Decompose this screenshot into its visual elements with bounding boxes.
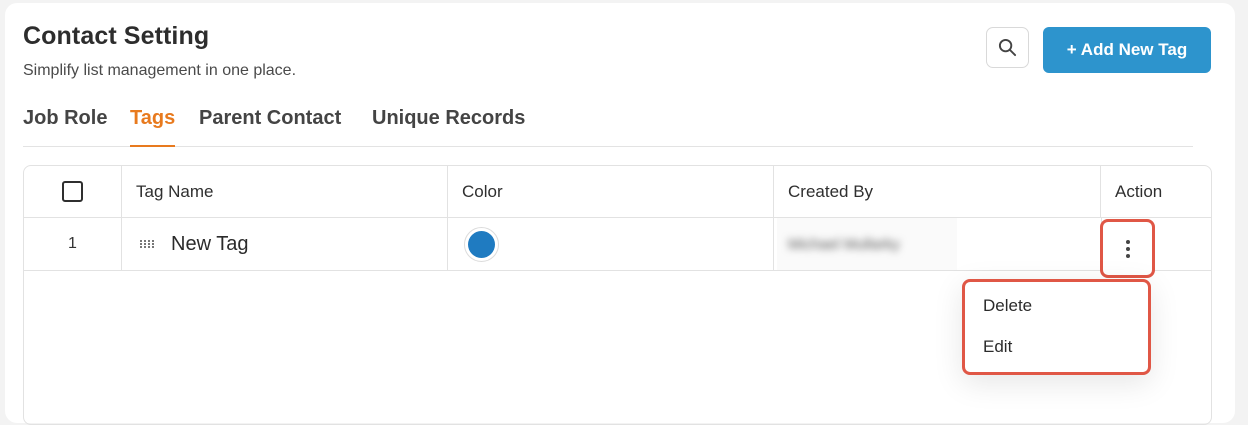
page-title: Contact Setting <box>23 22 210 50</box>
tag-color-swatch[interactable] <box>464 226 499 262</box>
table-header: Tag Name Color Created By Action <box>24 166 1211 218</box>
tag-name-cell: New Tag <box>122 218 448 270</box>
tag-name: New Tag <box>171 232 249 255</box>
settings-tabs: Job Role Tags Parent Contact Unique Reco… <box>23 105 1193 147</box>
kebab-dot-icon <box>1125 246 1130 251</box>
header-action: Action <box>1101 166 1211 217</box>
tab-job-role[interactable]: Job Role <box>23 107 107 147</box>
header-color: Color <box>448 166 774 217</box>
drag-handle-icon[interactable] <box>140 240 155 248</box>
tab-unique-records[interactable]: Unique Records <box>372 107 525 147</box>
header-select-cell <box>24 166 122 217</box>
tab-tags[interactable]: Tags <box>130 107 176 147</box>
row-index-cell: 1 <box>24 218 122 270</box>
header-created-by: Created By <box>774 166 1101 217</box>
row-index: 1 <box>68 235 77 252</box>
search-icon <box>998 38 1017 57</box>
column-header-tag-name: Tag Name <box>136 181 214 201</box>
row-actions-dropdown: Delete Edit <box>962 279 1151 375</box>
column-header-action: Action <box>1115 181 1163 201</box>
table-row: 1 New Tag Michael Mullarky <box>24 218 1211 271</box>
menu-item-delete[interactable]: Delete <box>983 296 1032 316</box>
kebab-dot-icon <box>1125 253 1130 258</box>
add-new-tag-button[interactable]: + Add New Tag <box>1043 27 1211 73</box>
column-header-color: Color <box>462 181 503 201</box>
header-tag-name: Tag Name <box>122 166 448 217</box>
tab-parent-contact[interactable]: Parent Contact <box>199 107 341 147</box>
color-cell <box>448 218 774 270</box>
column-header-created-by: Created By <box>788 181 874 201</box>
page-subtitle: Simplify list management in one place. <box>23 62 297 79</box>
select-all-checkbox[interactable] <box>62 181 83 202</box>
row-actions-menu-button[interactable] <box>1100 219 1155 278</box>
color-swatch-fill <box>468 230 495 258</box>
menu-item-edit[interactable]: Edit <box>983 337 1012 357</box>
search-button[interactable] <box>986 27 1029 68</box>
kebab-dot-icon <box>1125 239 1130 244</box>
created-by-name: Michael Mullarky <box>788 235 900 253</box>
created-by-cell: Michael Mullarky <box>774 218 1101 270</box>
